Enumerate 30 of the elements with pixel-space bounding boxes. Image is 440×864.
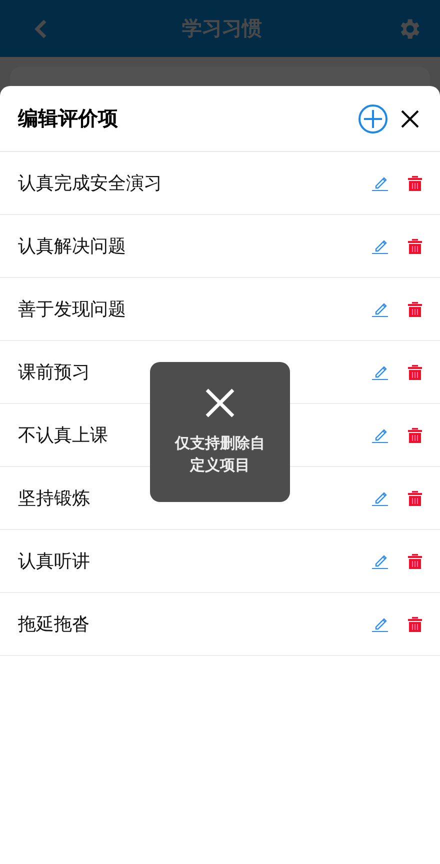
delete-icon[interactable]	[408, 302, 422, 316]
item-label: 不认真上课	[18, 424, 108, 447]
page-title: 学习习惯	[182, 15, 262, 42]
delete-icon[interactable]	[408, 176, 422, 190]
close-icon	[205, 388, 235, 418]
edit-icon[interactable]	[372, 553, 388, 569]
delete-icon[interactable]	[408, 490, 422, 506]
item-label: 课前预习	[18, 361, 90, 384]
item-label: 认真听讲	[18, 550, 90, 573]
delete-icon[interactable]	[408, 238, 422, 254]
item-label: 善于发现问题	[18, 298, 126, 321]
edit-icon[interactable]	[372, 175, 388, 191]
delete-icon[interactable]	[408, 428, 422, 442]
delete-icon[interactable]	[408, 616, 422, 632]
edit-icon[interactable]	[372, 364, 388, 380]
edit-icon[interactable]	[372, 490, 388, 506]
item-label: 坚持锻炼	[18, 487, 90, 510]
edit-icon[interactable]	[372, 427, 388, 443]
edit-icon[interactable]	[372, 301, 388, 317]
item-label: 拖延拖沓	[18, 613, 90, 636]
toast-message: 仅支持删除自定义项目	[174, 433, 266, 476]
edit-icon[interactable]	[372, 238, 388, 254]
edit-icon[interactable]	[372, 616, 388, 632]
delete-icon[interactable]	[408, 364, 422, 380]
item-label: 认真完成安全演习	[18, 172, 162, 195]
sheet-title: 编辑评价项	[18, 105, 119, 132]
add-icon[interactable]	[358, 104, 388, 134]
close-icon[interactable]	[400, 108, 420, 128]
item-label: 认真解决问题	[18, 235, 126, 258]
delete-icon[interactable]	[408, 554, 422, 568]
